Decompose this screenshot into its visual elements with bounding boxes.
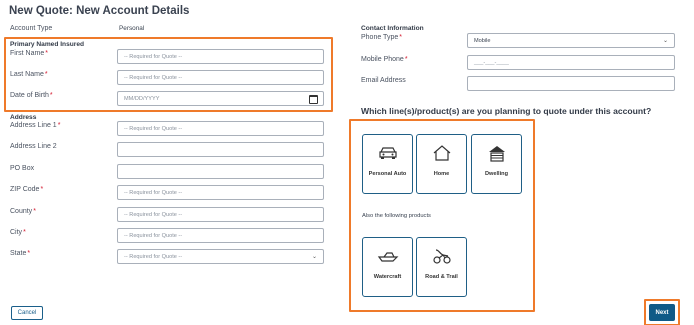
- product-tile-home[interactable]: Home: [416, 134, 467, 194]
- address-line2-label: Address Line 2: [10, 143, 57, 150]
- primary-insured-heading: Primary Named Insured: [10, 41, 85, 48]
- product-tile-watercraft[interactable]: Watercraft: [362, 237, 413, 297]
- chevron-down-icon: ⌄: [662, 38, 668, 44]
- dob-label: Date of Birth*: [10, 92, 53, 99]
- product-tile-personal-auto[interactable]: Personal Auto: [362, 134, 413, 194]
- last-name-input[interactable]: -- Required for Quote --: [117, 70, 324, 85]
- mobile-phone-input[interactable]: ___-___-____: [467, 55, 675, 70]
- tile-label: Dwelling: [485, 171, 508, 177]
- po-box-input[interactable]: [117, 164, 324, 179]
- products-question: Which line(s)/product(s) are you plannin…: [361, 106, 652, 116]
- address-line2-input[interactable]: [117, 142, 324, 157]
- phone-type-select[interactable]: Mobile ⌄: [467, 33, 675, 48]
- boat-icon: [377, 246, 399, 266]
- email-input[interactable]: [467, 76, 675, 91]
- zip-label: ZIP Code*: [10, 186, 44, 193]
- phone-type-label: Phone Type*: [361, 34, 402, 41]
- email-label: Email Address: [361, 77, 406, 84]
- state-select[interactable]: -- Required for Quote -- ⌄: [117, 249, 324, 264]
- city-input[interactable]: -- Required for Quote --: [117, 228, 324, 243]
- tile-label: Road & Trail: [425, 274, 458, 280]
- account-type-label: Account Type: [10, 25, 53, 32]
- address-line1-label: Address Line 1*: [10, 122, 61, 129]
- tile-label: Personal Auto: [368, 171, 407, 177]
- first-name-label: First Name*: [10, 50, 48, 57]
- zip-input[interactable]: -- Required for Quote --: [117, 185, 324, 200]
- last-name-label: Last Name*: [10, 71, 48, 78]
- house-icon: [431, 143, 453, 163]
- page-title: New Quote: New Account Details: [9, 5, 190, 17]
- cancel-button[interactable]: Cancel: [11, 306, 43, 320]
- address-line1-input[interactable]: -- Required for Quote --: [117, 121, 324, 136]
- atv-icon: [431, 246, 453, 266]
- product-tile-dwelling[interactable]: Dwelling: [471, 134, 522, 194]
- car-icon: [377, 143, 399, 163]
- also-products-label: Also the following products: [362, 213, 431, 219]
- tile-label: Home: [433, 171, 450, 177]
- chevron-down-icon: ⌄: [311, 254, 317, 260]
- county-label: County*: [10, 208, 36, 215]
- address-heading: Address: [10, 114, 37, 121]
- po-box-label: PO Box: [10, 165, 35, 172]
- dwelling-icon: [486, 143, 508, 163]
- city-label: City*: [10, 229, 26, 236]
- tile-label: Watercraft: [373, 274, 402, 280]
- dob-input[interactable]: MM/DD/YYYY: [117, 91, 324, 106]
- calendar-icon[interactable]: [309, 94, 318, 104]
- product-tile-road-trail[interactable]: Road & Trail: [416, 237, 467, 297]
- next-button[interactable]: Next: [649, 304, 675, 321]
- mobile-phone-label: Mobile Phone*: [361, 56, 408, 63]
- first-name-input[interactable]: -- Required for Quote --: [117, 49, 324, 64]
- contact-heading: Contact Information: [361, 25, 424, 32]
- state-label: State*: [10, 250, 31, 257]
- account-type-value: Personal: [119, 25, 145, 32]
- county-input[interactable]: -- Required for Quote --: [117, 207, 324, 222]
